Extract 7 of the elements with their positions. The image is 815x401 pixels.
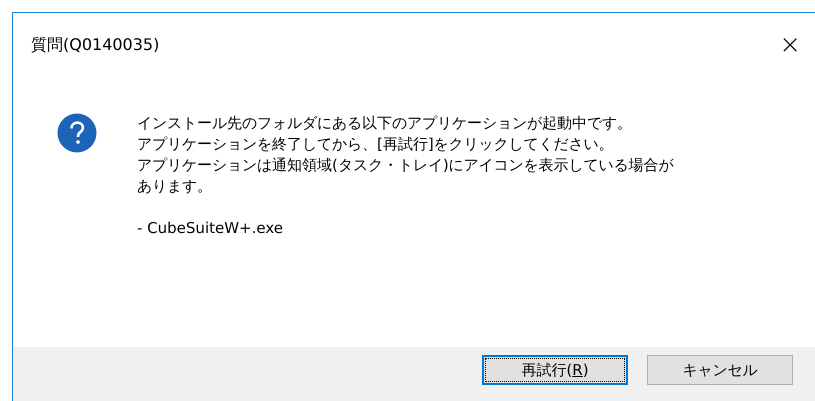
window-title: 質問(Q0140035)	[31, 34, 160, 56]
retry-button[interactable]: 再試行(R)	[482, 355, 628, 385]
message-text: インストール先のフォルダにある以下のアプリケーションが起動中です。 アプリケーションを終了してから、[再試行]をクリックしてください。 アプリケーションは通知領域(タスク・トレイ)にアイコンを表示している場合が あります。	[137, 113, 674, 197]
question-icon	[57, 113, 97, 153]
close-button[interactable]: ×	[775, 32, 805, 58]
cancel-button[interactable]: キャンセル	[647, 355, 793, 385]
application-name: - CubeSuiteW+.exe	[137, 218, 284, 239]
